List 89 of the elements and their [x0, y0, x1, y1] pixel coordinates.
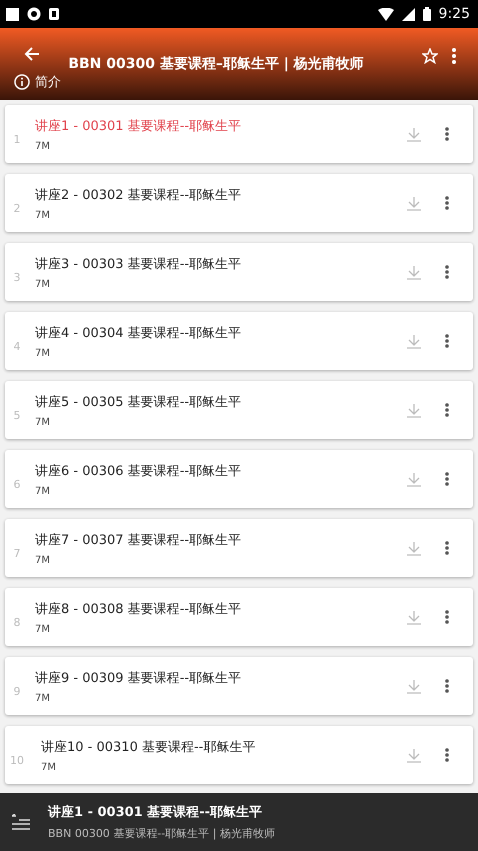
more-button[interactable] [445, 472, 449, 486]
more-button[interactable] [445, 127, 449, 141]
more-icon [445, 541, 449, 555]
file-size: 7M [35, 140, 51, 152]
more-button[interactable] [445, 748, 449, 762]
lecture-title: 讲座5 - 00305 基要课程--耶稣生平 [35, 394, 242, 410]
more-button[interactable] [445, 334, 449, 348]
file-size: 7M [35, 692, 51, 704]
more-button[interactable] [445, 679, 449, 693]
download-icon [407, 610, 421, 624]
star-icon [422, 48, 438, 64]
download-icon [407, 678, 421, 694]
more-icon [445, 196, 449, 210]
info-icon [14, 74, 30, 90]
file-size: 7M [35, 624, 51, 634]
lecture-title: 讲座7 - 00307 基要课程--耶稣生平 [35, 532, 242, 548]
more-icon [452, 48, 456, 64]
download-icon [407, 196, 421, 210]
more-icon [445, 265, 449, 279]
track-number: 8 [12, 616, 22, 628]
lecture-title: 讲座8 - 00308 基要课程--耶稣生平 [35, 600, 242, 618]
more-icon [445, 127, 449, 141]
more-button[interactable] [445, 196, 449, 210]
lecture-card[interactable]: 8 讲座8 - 00308 基要课程--耶稣生平 7M [5, 588, 473, 646]
back-arrow-icon [24, 46, 40, 62]
lecture-title: 讲座1 - 00301 基要课程--耶稣生平 [35, 118, 242, 134]
lecture-card[interactable]: 7 讲座7 - 00307 基要课程--耶稣生平 7M [5, 519, 473, 577]
lecture-title: 讲座10 - 00310 基要课程--耶稣生平 [41, 738, 256, 756]
lecture-card[interactable]: 6 讲座6 - 00306 基要课程--耶稣生平 7M [5, 450, 473, 508]
lecture-card[interactable]: 5 讲座5 - 00305 基要课程--耶稣生平 7M [5, 381, 473, 439]
download-icon [407, 264, 421, 280]
more-icon [445, 403, 449, 417]
track-number: 2 [12, 202, 22, 214]
more-button[interactable] [445, 403, 449, 417]
notification-icon [6, 8, 19, 20]
favorite-button[interactable] [422, 48, 438, 64]
track-number: 1 [12, 132, 22, 146]
track-number: 5 [12, 408, 22, 422]
lecture-card[interactable]: 1 讲座1 - 00301 基要课程--耶稣生平 7M [5, 105, 473, 163]
battery-icon [422, 7, 431, 21]
track-number: 10 [9, 754, 25, 766]
file-size: 7M [35, 554, 51, 566]
lecture-card[interactable]: 9 讲座9 - 00309 基要课程--耶稣生平 7M [5, 657, 473, 715]
lecture-title: 讲座4 - 00304 基要课程--耶稣生平 [35, 324, 242, 342]
download-icon [407, 748, 421, 762]
window-title: BBN 00300 基要课程–耶稣生平 | 杨光甫牧师 [68, 55, 364, 73]
track-number: 9 [12, 684, 22, 698]
playlist-icon [12, 814, 30, 830]
lecture-card[interactable]: 2 讲座2 - 00302 基要课程--耶稣生平 7M [5, 174, 473, 232]
more-icon [445, 610, 449, 624]
track-number: 6 [12, 478, 22, 490]
download-icon [407, 334, 421, 348]
app-icon [49, 8, 59, 20]
track-number: 4 [12, 340, 22, 352]
clock: 9:25 [438, 6, 470, 22]
lecture-title: 讲座2 - 00302 基要课程--耶稣生平 [35, 186, 242, 204]
more-icon [445, 679, 449, 693]
lecture-title: 讲座3 - 00303 基要课程--耶稣生平 [35, 256, 242, 272]
track-number: 3 [12, 270, 22, 284]
more-icon [445, 334, 449, 348]
lecture-title: 讲座9 - 00309 基要课程--耶稣生平 [35, 670, 242, 686]
lecture-card[interactable]: 3 讲座3 - 00303 基要课程--耶稣生平 7M [5, 243, 473, 301]
file-size: 7M [35, 278, 51, 290]
app-icon [27, 7, 41, 21]
more-icon [445, 748, 449, 762]
file-size: 7M [35, 486, 51, 496]
more-button[interactable] [445, 265, 449, 279]
download-icon [407, 540, 421, 556]
download-icon [407, 126, 421, 142]
file-size: 7M [41, 762, 57, 772]
wifi-icon [378, 8, 394, 20]
more-icon [445, 472, 449, 486]
download-icon [407, 472, 421, 486]
playlist-button[interactable] [12, 814, 30, 830]
now-playing-subtitle: BBN 00300 基要课程--耶稣生平 | 杨光甫牧师 [48, 826, 275, 841]
lecture-card[interactable]: 10 讲座10 - 00310 基要课程--耶稣生平 7M [5, 726, 473, 784]
signal-icon [402, 8, 415, 20]
more-button[interactable] [445, 541, 449, 555]
file-size: 7M [35, 210, 51, 220]
lecture-card[interactable]: 4 讲座4 - 00304 基要课程--耶稣生平 7M [5, 312, 473, 370]
more-button[interactable] [445, 610, 449, 624]
file-size: 7M [35, 416, 51, 428]
track-number: 7 [12, 546, 22, 560]
now-playing-title: 讲座1 - 00301 基要课程--耶稣生平 [48, 804, 264, 821]
lecture-title: 讲座6 - 00306 基要课程--耶稣生平 [35, 462, 242, 480]
more-button[interactable] [452, 48, 456, 64]
file-size: 7M [35, 348, 51, 358]
download-icon [407, 402, 421, 418]
intro-button[interactable]: 简介 [14, 70, 64, 94]
